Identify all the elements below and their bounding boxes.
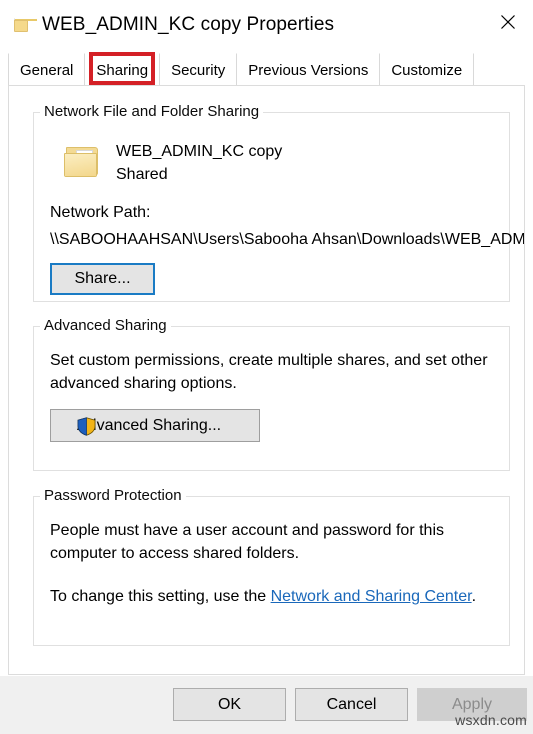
folder-icon bbox=[14, 17, 37, 33]
password-setting-line: To change this setting, use the Network … bbox=[50, 585, 500, 608]
tab-content-panel: Network File and Folder Sharing WEB_ADMI… bbox=[8, 85, 525, 675]
apply-button-label: Apply bbox=[451, 695, 493, 713]
tab-customize-label: Customize bbox=[391, 61, 463, 79]
network-sharing-group: Network File and Folder Sharing WEB_ADMI… bbox=[33, 103, 524, 302]
advanced-sharing-button-label: Advanced Sharing... bbox=[77, 416, 222, 434]
advanced-sharing-group: Advanced Sharing Set custom permissions,… bbox=[33, 317, 510, 471]
network-and-sharing-center-link[interactable]: Network and Sharing Center bbox=[271, 588, 472, 605]
shared-folder-name: WEB_ADMIN_KC copy bbox=[116, 143, 283, 160]
setting-suffix-text: . bbox=[471, 588, 477, 605]
advanced-sharing-description: Set custom permissions, create multiple … bbox=[50, 352, 488, 392]
setting-prefix-text: To change this setting, use the bbox=[50, 588, 271, 605]
tab-previous-versions-label: Previous Versions bbox=[248, 61, 369, 79]
network-sharing-group-title: Network File and Folder Sharing bbox=[40, 103, 264, 120]
tab-general-label: General bbox=[20, 61, 74, 79]
uac-shield-icon bbox=[77, 417, 96, 436]
advanced-sharing-button[interactable]: Advanced Sharing... bbox=[50, 409, 260, 442]
tab-sharing[interactable]: Sharing bbox=[84, 53, 160, 86]
close-icon[interactable] bbox=[483, 0, 533, 44]
password-protection-description: People must have a user account and pass… bbox=[50, 522, 444, 562]
advanced-sharing-group-title: Advanced Sharing bbox=[40, 317, 171, 334]
share-state: Shared bbox=[116, 166, 168, 183]
tab-sharing-label: Sharing bbox=[96, 61, 149, 79]
watermark: wsxdn.com bbox=[455, 712, 527, 728]
password-protection-group-title: Password Protection bbox=[40, 487, 186, 504]
tab-strip: General Sharing Security Previous Versio… bbox=[0, 50, 533, 86]
properties-dialog: WEB_ADMIN_KC copy Properties General Sha… bbox=[0, 0, 533, 734]
dialog-footer: OK Cancel Apply bbox=[0, 676, 533, 734]
tab-security-label: Security bbox=[171, 61, 226, 79]
share-button-label: Share... bbox=[74, 270, 131, 287]
password-protection-group: Password Protection People must have a u… bbox=[33, 487, 510, 646]
share-button[interactable]: Share... bbox=[50, 263, 155, 295]
ok-button[interactable]: OK bbox=[173, 688, 286, 721]
cancel-button-label: Cancel bbox=[326, 695, 377, 713]
ok-button-label: OK bbox=[217, 695, 242, 713]
window-title: WEB_ADMIN_KC copy Properties bbox=[42, 14, 335, 35]
tab-previous-versions[interactable]: Previous Versions bbox=[236, 53, 380, 86]
tab-customize[interactable]: Customize bbox=[379, 53, 475, 86]
tab-security[interactable]: Security bbox=[159, 53, 237, 86]
cancel-button[interactable]: Cancel bbox=[295, 688, 408, 721]
title-bar: WEB_ADMIN_KC copy Properties bbox=[0, 0, 533, 50]
tab-general[interactable]: General bbox=[8, 53, 85, 86]
network-path-label: Network Path: bbox=[50, 204, 151, 221]
network-path-value: \\SABOOHAAHSAN\Users\Sabooha Ahsan\Downl… bbox=[50, 231, 525, 248]
folder-open-icon bbox=[64, 141, 104, 181]
